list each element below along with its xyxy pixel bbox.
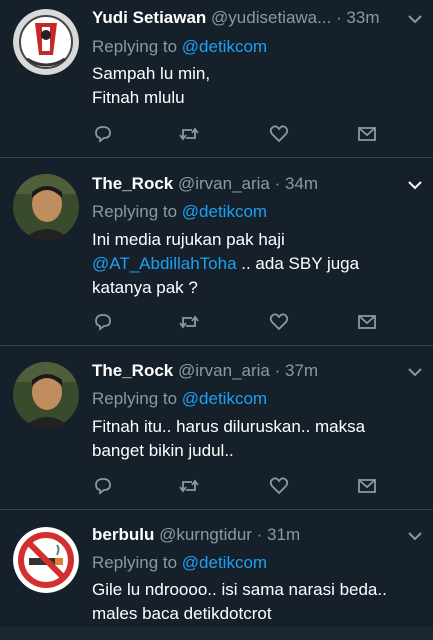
avatar[interactable] bbox=[13, 9, 79, 75]
tweet-header: berbulu @kurngtidur · 31m bbox=[92, 524, 393, 546]
bottom-bar bbox=[0, 627, 433, 640]
tweet[interactable]: Yudi Setiawan @yudisetiawa... · 33m Repl… bbox=[0, 0, 433, 158]
timestamp[interactable]: · 34m bbox=[275, 174, 318, 193]
avatar[interactable] bbox=[13, 527, 79, 593]
dm-icon bbox=[358, 127, 376, 141]
chevron-down-icon[interactable] bbox=[407, 530, 423, 542]
tweet-header: The_Rock @irvan_aria · 37m bbox=[92, 360, 393, 382]
replying-to: Replying to @detikcom bbox=[92, 36, 267, 58]
like-button[interactable] bbox=[268, 311, 290, 333]
timestamp[interactable]: · 33m bbox=[336, 8, 379, 27]
tweet-text-line: Ini media rujukan pak haji bbox=[92, 230, 285, 249]
chevron-down-icon[interactable] bbox=[407, 366, 423, 378]
retweet-icon bbox=[179, 315, 199, 329]
chevron-down-icon[interactable] bbox=[407, 179, 423, 191]
tweet[interactable]: The_Rock @irvan_aria · 34m Replying to @… bbox=[0, 158, 433, 346]
reply-icon bbox=[95, 314, 111, 331]
display-name[interactable]: berbulu bbox=[92, 525, 154, 544]
avatar-logo-icon bbox=[13, 9, 79, 75]
replying-to-label: Replying to bbox=[92, 389, 182, 408]
dm-icon bbox=[358, 479, 376, 493]
tweet-text: Fitnah itu.. harus diluruskan.. maksa ba… bbox=[92, 415, 415, 463]
like-button[interactable] bbox=[268, 475, 290, 497]
replying-to-mention[interactable]: @detikcom bbox=[182, 389, 267, 408]
display-name[interactable]: The_Rock bbox=[92, 174, 173, 193]
action-bar bbox=[92, 311, 392, 333]
avatar-photo-icon bbox=[13, 174, 79, 240]
tweet-text-fragment: .. ada SBY juga bbox=[236, 254, 360, 273]
tweet-header: Yudi Setiawan @yudisetiawa... · 33m bbox=[92, 7, 393, 29]
display-name[interactable]: The_Rock bbox=[92, 361, 173, 380]
tweet-text: Gile lu ndroooo.. isi sama narasi beda..… bbox=[92, 578, 415, 626]
tweet[interactable]: The_Rock @irvan_aria · 37m Replying to @… bbox=[0, 346, 433, 510]
retweet-button[interactable] bbox=[178, 311, 200, 333]
chevron-down-icon[interactable] bbox=[407, 13, 423, 25]
replying-to-label: Replying to bbox=[92, 553, 182, 572]
dm-button[interactable] bbox=[356, 123, 378, 145]
username[interactable]: @irvan_aria bbox=[178, 361, 270, 380]
avatar[interactable] bbox=[13, 174, 79, 240]
username[interactable]: @irvan_aria bbox=[178, 174, 270, 193]
replying-to-mention[interactable]: @detikcom bbox=[182, 202, 267, 221]
tweet-text-line: Fitnah itu.. harus diluruskan.. maksa bbox=[92, 417, 366, 436]
reply-icon bbox=[95, 478, 111, 495]
username[interactable]: @yudisetiawa... bbox=[211, 8, 331, 27]
like-button[interactable] bbox=[268, 123, 290, 145]
replying-to-label: Replying to bbox=[92, 202, 182, 221]
tweet-text: Sampah lu min, Fitnah mlulu bbox=[92, 62, 415, 110]
reply-button[interactable] bbox=[92, 311, 114, 333]
avatar-photo-icon bbox=[13, 362, 79, 428]
text-mention[interactable]: @AT_AbdillahToha bbox=[92, 254, 237, 273]
tweet-text-line: Gile lu ndroooo.. isi sama narasi beda.. bbox=[92, 580, 387, 599]
tweet[interactable]: berbulu @kurngtidur · 31m Replying to @d… bbox=[0, 510, 433, 627]
action-bar bbox=[92, 475, 392, 497]
tweet-text-line: katanya pak ? bbox=[92, 278, 198, 297]
tweet-text-line: Sampah lu min, bbox=[92, 64, 211, 83]
avatar[interactable] bbox=[13, 362, 79, 428]
timestamp[interactable]: · 31m bbox=[257, 525, 300, 544]
tweet-feed: Yudi Setiawan @yudisetiawa... · 33m Repl… bbox=[0, 0, 433, 640]
dm-button[interactable] bbox=[356, 311, 378, 333]
tweet-text-line: males baca detikdotcrot bbox=[92, 604, 272, 623]
like-icon bbox=[269, 125, 289, 143]
like-icon bbox=[269, 477, 289, 495]
retweet-icon bbox=[179, 127, 199, 141]
display-name[interactable]: Yudi Setiawan bbox=[92, 8, 206, 27]
avatar-no-smoking-icon bbox=[13, 527, 79, 593]
timestamp[interactable]: · 37m bbox=[275, 361, 318, 380]
retweet-button[interactable] bbox=[178, 475, 200, 497]
replying-to-mention[interactable]: @detikcom bbox=[182, 37, 267, 56]
like-icon bbox=[269, 313, 289, 331]
retweet-icon bbox=[179, 479, 199, 493]
dm-icon bbox=[358, 315, 376, 329]
replying-to-mention[interactable]: @detikcom bbox=[182, 553, 267, 572]
tweet-text-line: banget bikin judul.. bbox=[92, 441, 234, 460]
reply-button[interactable] bbox=[92, 123, 114, 145]
tweet-header: The_Rock @irvan_aria · 34m bbox=[92, 173, 393, 195]
replying-to-label: Replying to bbox=[92, 37, 182, 56]
tweet-text-line: @AT_AbdillahToha .. ada SBY juga bbox=[92, 252, 415, 276]
action-bar bbox=[92, 123, 392, 145]
replying-to: Replying to @detikcom bbox=[92, 388, 267, 410]
dm-button[interactable] bbox=[356, 475, 378, 497]
reply-button[interactable] bbox=[92, 475, 114, 497]
replying-to: Replying to @detikcom bbox=[92, 552, 267, 574]
reply-icon bbox=[95, 126, 111, 143]
tweet-text-line: Fitnah mlulu bbox=[92, 88, 185, 107]
retweet-button[interactable] bbox=[178, 123, 200, 145]
tweet-text: Ini media rujukan pak haji @AT_AbdillahT… bbox=[92, 228, 415, 300]
username[interactable]: @kurngtidur bbox=[159, 525, 252, 544]
replying-to: Replying to @detikcom bbox=[92, 201, 267, 223]
